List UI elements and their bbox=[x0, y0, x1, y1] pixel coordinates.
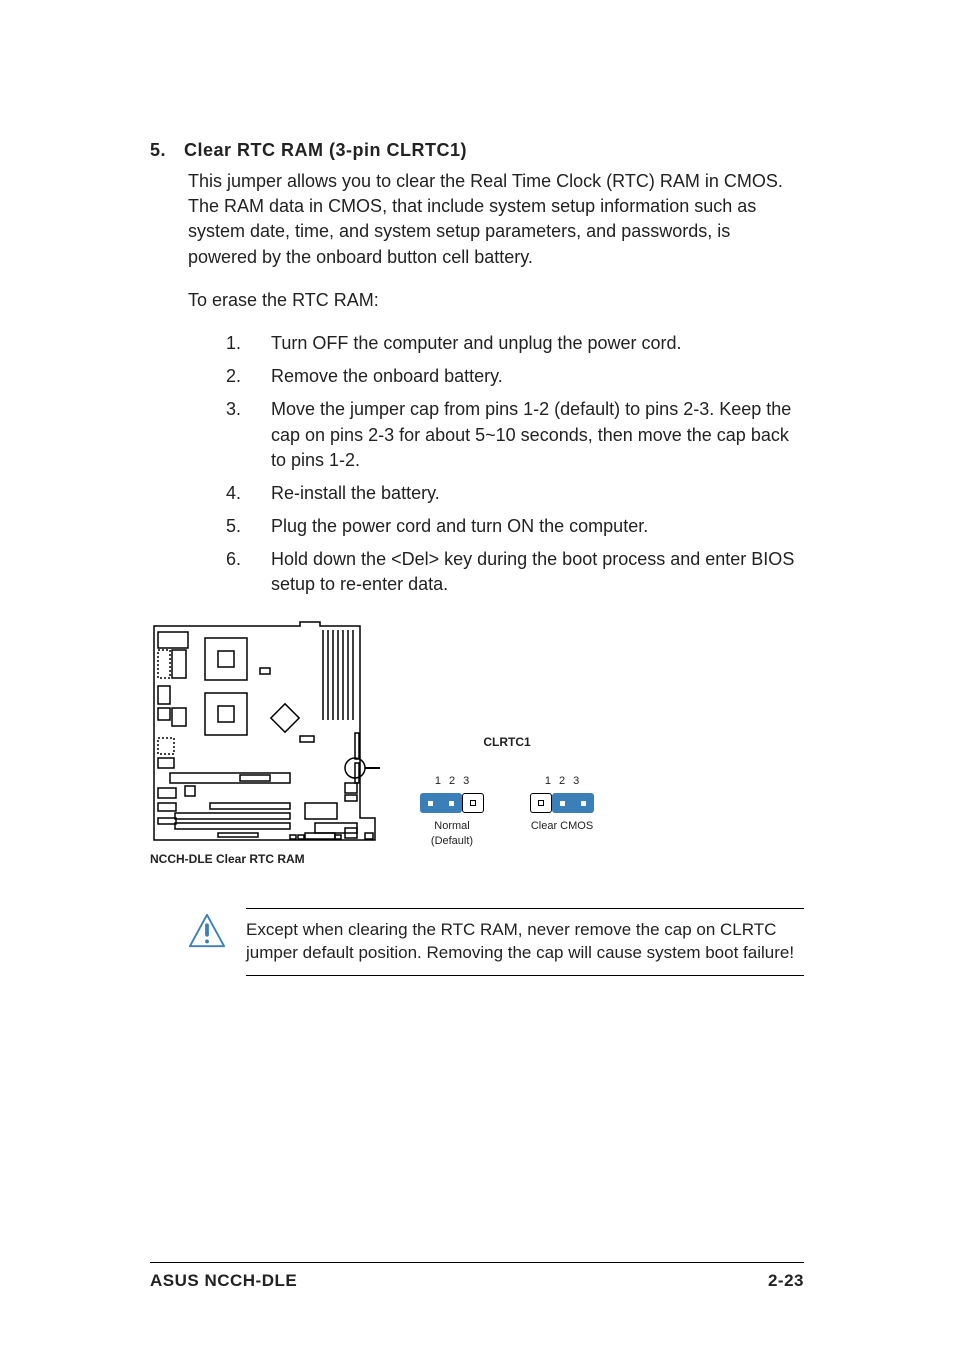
jumper-clear: 1 2 3 Clear CMOS bbox=[530, 775, 594, 848]
heading-number: 5. bbox=[150, 140, 166, 161]
step-number: 5. bbox=[226, 514, 271, 539]
step-number: 4. bbox=[226, 481, 271, 506]
pin-numbers: 1 2 3 bbox=[435, 775, 469, 787]
intro-paragraph: This jumper allows you to clear the Real… bbox=[188, 169, 804, 270]
section-heading: 5. Clear RTC RAM (3-pin CLRTC1) bbox=[150, 140, 804, 161]
footer-left: ASUS NCCH-DLE bbox=[150, 1271, 297, 1291]
jumper-group: CLRTC1 1 2 3 Normal bbox=[420, 735, 594, 848]
jumper-cap-icon bbox=[552, 793, 594, 813]
diagram-caption: NCCH-DLE Clear RTC RAM bbox=[150, 852, 380, 866]
step-text: Remove the onboard battery. bbox=[271, 364, 804, 389]
page-footer: ASUS NCCH-DLE 2-23 bbox=[150, 1262, 804, 1291]
jumper-pins bbox=[420, 793, 484, 813]
list-item: 3. Move the jumper cap from pins 1-2 (de… bbox=[226, 397, 804, 473]
step-text: Plug the power cord and turn ON the comp… bbox=[271, 514, 804, 539]
motherboard-block: NCCH-DLE Clear RTC RAM bbox=[150, 618, 380, 866]
step-text: Hold down the <Del> key during the boot … bbox=[271, 547, 804, 597]
steps-list: 1. Turn OFF the computer and unplug the … bbox=[226, 331, 804, 598]
list-item: 6. Hold down the <Del> key during the bo… bbox=[226, 547, 804, 597]
step-number: 2. bbox=[226, 364, 271, 389]
pin-numbers: 1 2 3 bbox=[545, 775, 579, 787]
motherboard-diagram bbox=[150, 618, 380, 848]
jumper-pins bbox=[530, 793, 594, 813]
jumper-cap-icon bbox=[420, 793, 462, 813]
jumper-open-pin-icon bbox=[462, 793, 484, 813]
warning-icon bbox=[188, 912, 226, 950]
jumper-name: CLRTC1 bbox=[420, 735, 594, 749]
step-number: 3. bbox=[226, 397, 271, 473]
jumper-state-label: Clear CMOS bbox=[531, 819, 593, 833]
heading-title: Clear RTC RAM (3-pin CLRTC1) bbox=[184, 140, 467, 161]
step-text: Move the jumper cap from pins 1-2 (defau… bbox=[271, 397, 804, 473]
list-item: 1. Turn OFF the computer and unplug the … bbox=[226, 331, 804, 356]
diagram-area: NCCH-DLE Clear RTC RAM CLRTC1 1 2 3 bbox=[150, 618, 804, 866]
list-item: 2. Remove the onboard battery. bbox=[226, 364, 804, 389]
jumper-state-label: Normal (Default) bbox=[431, 819, 473, 848]
step-number: 1. bbox=[226, 331, 271, 356]
list-item: 5. Plug the power cord and turn ON the c… bbox=[226, 514, 804, 539]
warning-note: Except when clearing the RTC RAM, never … bbox=[188, 908, 804, 976]
step-text: Turn OFF the computer and unplug the pow… bbox=[271, 331, 804, 356]
step-number: 6. bbox=[226, 547, 271, 597]
list-item: 4. Re-install the battery. bbox=[226, 481, 804, 506]
erase-intro: To erase the RTC RAM: bbox=[188, 288, 804, 313]
step-text: Re-install the battery. bbox=[271, 481, 804, 506]
jumper-normal: 1 2 3 Normal (Default) bbox=[420, 775, 484, 848]
footer-right: 2-23 bbox=[768, 1271, 804, 1291]
warning-text: Except when clearing the RTC RAM, never … bbox=[246, 908, 804, 976]
jumper-open-pin-icon bbox=[530, 793, 552, 813]
